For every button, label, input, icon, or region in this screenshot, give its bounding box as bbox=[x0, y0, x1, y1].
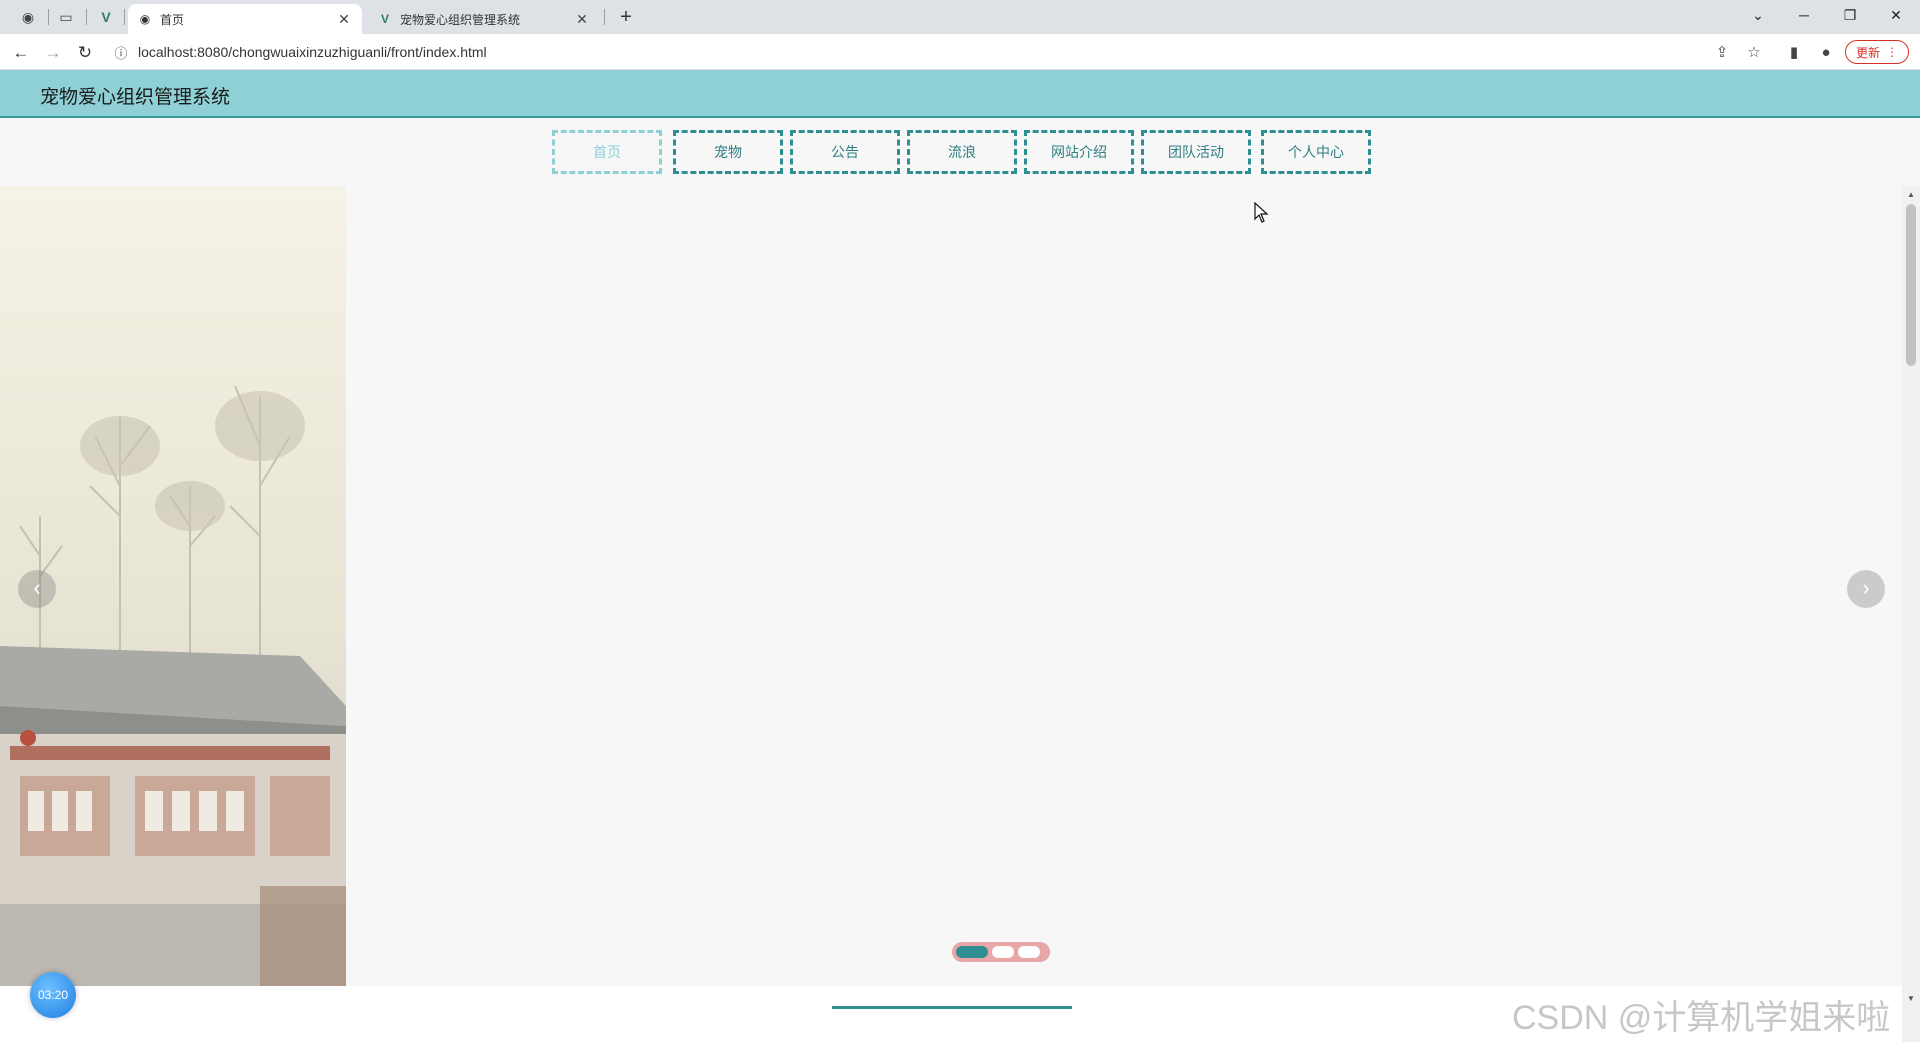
nav-item-team-activity[interactable]: 团队活动 bbox=[1141, 130, 1251, 174]
section-title-underline bbox=[832, 1006, 1072, 1009]
update-button[interactable]: 更新 ⋮ bbox=[1845, 40, 1909, 64]
share-icon[interactable]: ⇪ bbox=[1710, 41, 1734, 65]
nav-item-notices[interactable]: 公告 bbox=[790, 130, 900, 174]
nav-item-pets[interactable]: 宠物 bbox=[673, 130, 783, 174]
window-close-icon[interactable]: ✕ bbox=[1876, 3, 1916, 27]
tab-title: 首页 bbox=[160, 12, 185, 27]
tab-search-chevron-icon[interactable]: ⌄ bbox=[1738, 3, 1778, 27]
watermark-text: CSDN @计算机学姐来啦 bbox=[1512, 999, 1891, 1037]
back-arrow-icon[interactable]: ← bbox=[8, 40, 34, 66]
browser-tab-bar: ◉ ▭ V ◉ 首页 ✕ V 宠物爱心组织管理系统 ✕ + ⌄ ─ ❐ ✕ bbox=[0, 0, 1920, 34]
blank-page-icon[interactable]: ▭ bbox=[52, 6, 80, 28]
profile-icon[interactable]: ● bbox=[1814, 41, 1838, 65]
banner-carousel: ‹ › bbox=[0, 186, 1902, 986]
close-icon[interactable]: ✕ bbox=[574, 11, 590, 28]
reload-icon[interactable]: ↻ bbox=[72, 40, 98, 66]
recording-timer-badge: 03:20 bbox=[30, 972, 76, 1018]
site-title: 宠物爱心组织管理系统 bbox=[40, 87, 231, 108]
scroll-down-arrow-icon[interactable]: ▼ bbox=[1907, 994, 1915, 1003]
new-tab-plus-icon[interactable]: + bbox=[614, 5, 638, 29]
tab-system[interactable]: V 宠物爱心组织管理系统 ✕ bbox=[368, 4, 600, 34]
address-bar[interactable]: ⓘ localhost:8080/chongwuaixinzuzhiguanli… bbox=[110, 38, 1710, 66]
main-nav: 首页 宠物 公告 流浪 网站介绍 团队活动 个人中心 bbox=[0, 118, 1920, 186]
kebab-menu-icon: ⋮ bbox=[1886, 45, 1898, 59]
tab-home[interactable]: ◉ 首页 ✕ bbox=[128, 4, 362, 34]
carousel-dot[interactable] bbox=[992, 946, 1014, 958]
update-label: 更新 bbox=[1855, 45, 1880, 60]
carousel-prev-button[interactable]: ‹ bbox=[18, 570, 56, 608]
scrollbar-thumb[interactable] bbox=[1906, 204, 1916, 366]
minimize-icon[interactable]: ─ bbox=[1784, 3, 1824, 27]
url-text: localhost:8080/chongwuaixinzuzhiguanli/f… bbox=[138, 44, 487, 60]
site-header: 宠物爱心组织管理系统 bbox=[0, 70, 1920, 118]
carousel-dot[interactable] bbox=[956, 946, 988, 958]
info-icon[interactable]: ⓘ bbox=[110, 43, 132, 62]
side-panel-icon[interactable]: ▮ bbox=[1782, 41, 1806, 65]
restore-icon[interactable]: ❐ bbox=[1830, 3, 1870, 27]
tab-title: 宠物爱心组织管理系统 bbox=[400, 12, 521, 27]
vue-logo-icon: V bbox=[380, 12, 389, 26]
page-scrollbar[interactable]: ▲ ▼ bbox=[1902, 186, 1920, 1042]
browser-toolbar: ← → ↻ ⓘ localhost:8080/chongwuaixinzuzhi… bbox=[0, 34, 1920, 70]
scroll-up-arrow-icon[interactable]: ▲ bbox=[1907, 190, 1915, 199]
forward-arrow-icon[interactable]: → bbox=[40, 40, 66, 66]
tab-separator bbox=[48, 9, 49, 25]
carousel-next-button[interactable]: › bbox=[1847, 570, 1885, 608]
close-icon[interactable]: ✕ bbox=[336, 11, 352, 28]
nav-item-personal-center[interactable]: 个人中心 bbox=[1261, 130, 1371, 174]
nav-item-home[interactable]: 首页 bbox=[552, 130, 662, 174]
carousel-dot[interactable] bbox=[1018, 946, 1040, 958]
carousel-indicators bbox=[952, 942, 1050, 962]
mouse-cursor-icon bbox=[1254, 202, 1269, 223]
nav-item-stray[interactable]: 流浪 bbox=[907, 130, 1017, 174]
nav-item-about[interactable]: 网站介绍 bbox=[1024, 130, 1134, 174]
tab-separator bbox=[604, 9, 605, 25]
globe-icon[interactable]: ◉ bbox=[14, 6, 42, 28]
star-icon[interactable]: ☆ bbox=[1742, 41, 1766, 65]
tab-separator bbox=[86, 9, 87, 25]
tab-separator bbox=[124, 9, 125, 25]
vue-logo-icon[interactable]: V bbox=[92, 6, 120, 28]
globe-icon: ◉ bbox=[139, 12, 151, 26]
